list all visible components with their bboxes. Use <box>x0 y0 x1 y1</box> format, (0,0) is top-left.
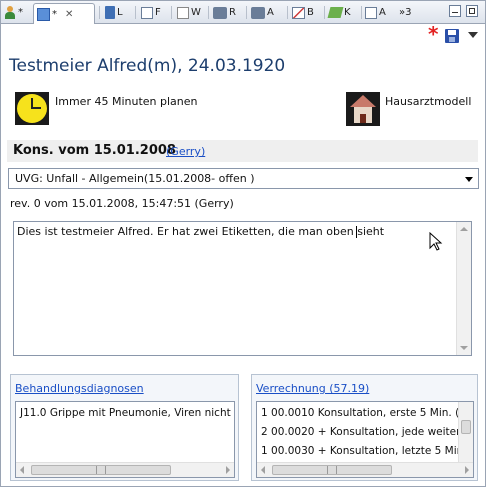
tab-label: A <box>267 7 274 18</box>
tab-label: R <box>229 7 236 18</box>
page-icon <box>177 6 189 19</box>
window-icon <box>141 6 153 19</box>
house-icon <box>346 92 380 126</box>
list-item[interactable]: 2 00.0020 + Konsultation, jede weiter <box>261 426 460 438</box>
consultation-text: Dies ist testmeier Alfred. Er hat zwei E… <box>17 225 385 238</box>
printer-icon <box>251 6 265 19</box>
scroll-left-icon[interactable] <box>261 466 265 474</box>
tab-label: A <box>379 7 386 18</box>
scroll-down-icon[interactable] <box>460 346 468 350</box>
revision-info: rev. 0 vom 15.01.2008, 15:47:51 (Gerry) <box>10 197 234 210</box>
tab-label: * <box>18 7 23 18</box>
billing-link[interactable]: Verrechnung (57.19) <box>256 382 369 395</box>
view-tab-strip: * * ✕ L F W R A B K A »3 <box>1 1 485 24</box>
case-dropdown-value: UVG: Unfall - Allgemein(15.01.2008- offe… <box>15 172 255 185</box>
person-icon <box>4 6 16 19</box>
billing-list: 1 00.0010 Konsultation, erste 5 Min. ( 2… <box>256 401 474 478</box>
chart-icon <box>292 6 305 19</box>
save-icon[interactable] <box>445 29 459 43</box>
tab-b[interactable]: B <box>292 3 314 22</box>
tab-label: W <box>191 7 201 18</box>
list-item[interactable]: J11.0 Grippe mit Pneumonie, Viren nicht <box>20 407 231 419</box>
chevron-down-icon <box>465 177 473 182</box>
maximize-icon[interactable] <box>466 5 478 17</box>
billing-vscrollbar[interactable] <box>458 402 473 462</box>
tab-label: L <box>117 7 123 18</box>
text-caret <box>356 226 357 238</box>
consultation-title: Kons. vom 15.01.2008 <box>13 143 176 158</box>
scroll-up-icon[interactable] <box>460 227 468 231</box>
tab-r[interactable]: R <box>213 3 236 22</box>
tag-icon <box>327 7 344 18</box>
scroll-right-icon[interactable] <box>465 466 469 474</box>
scroll-left-icon[interactable] <box>20 466 24 474</box>
consultation-text-editor[interactable]: Dies ist testmeier Alfred. Er hat zwei E… <box>13 221 472 356</box>
insurance-model: Hausarztmodell <box>385 95 472 108</box>
billing-panel: Verrechnung (57.19) 1 00.0010 Konsultati… <box>251 374 478 481</box>
author-link[interactable]: (Gerry) <box>166 145 205 158</box>
list-item[interactable]: 1 00.0030 + Konsultation, letzte 5 Min <box>261 445 463 457</box>
minimize-icon[interactable] <box>449 5 461 17</box>
appointment-info: Immer 45 Minuten planen <box>55 95 198 108</box>
diagnoses-list: J11.0 Grippe mit Pneumonie, Viren nicht <box>15 401 235 478</box>
tab-label: * <box>52 8 57 20</box>
case-dropdown[interactable]: UVG: Unfall - Allgemein(15.01.2008- offe… <box>8 168 479 189</box>
tab-w[interactable]: W <box>177 3 201 22</box>
tab-overflow[interactable]: »3 <box>399 3 411 22</box>
tab-label: F <box>155 7 161 18</box>
scroll-right-icon[interactable] <box>226 466 230 474</box>
editor-scrollbar[interactable] <box>456 222 471 355</box>
printer-icon <box>213 6 227 19</box>
diagnoses-panel: Behandlungsdiagnosen J11.0 Grippe mit Pn… <box>10 374 239 481</box>
view-menu-icon[interactable] <box>468 32 478 38</box>
window-icon <box>365 6 377 19</box>
tab-labor[interactable]: L <box>105 3 123 22</box>
diagnoses-link[interactable]: Behandlungsdiagnosen <box>15 382 144 395</box>
billing-hscrollbar[interactable] <box>257 462 473 477</box>
tab-label: K <box>344 7 351 18</box>
konsultation-view: * * ✕ L F W R A B K A »3 * Testmeier Alf… <box>0 0 486 487</box>
tab-k[interactable]: K <box>327 3 351 22</box>
list-item[interactable]: 1 00.0010 Konsultation, erste 5 Min. ( <box>261 407 459 419</box>
tab-a[interactable]: A <box>251 3 274 22</box>
diagnoses-hscrollbar[interactable] <box>16 462 234 477</box>
tab-konsultation[interactable]: * ✕ <box>33 3 95 24</box>
tab-a2[interactable]: A <box>365 3 386 22</box>
patient-title: Testmeier Alfred(m), 24.03.1920 <box>9 56 286 76</box>
clock-icon <box>15 92 49 125</box>
scroll-thumb[interactable] <box>461 420 471 434</box>
trash-icon <box>105 6 115 19</box>
dirty-star-icon: * <box>428 22 439 46</box>
tab-patient[interactable]: * <box>4 3 23 22</box>
mouse-pointer-icon <box>429 232 443 251</box>
overflow-icon: »3 <box>399 7 412 18</box>
tab-f[interactable]: F <box>141 3 161 22</box>
view-toolbar <box>1 24 485 46</box>
tab-label: B <box>307 7 314 18</box>
consultation-header: Kons. vom 15.01.2008 (Gerry) <box>7 140 478 162</box>
document-edit-icon <box>37 7 50 21</box>
close-icon[interactable]: ✕ <box>65 9 73 20</box>
